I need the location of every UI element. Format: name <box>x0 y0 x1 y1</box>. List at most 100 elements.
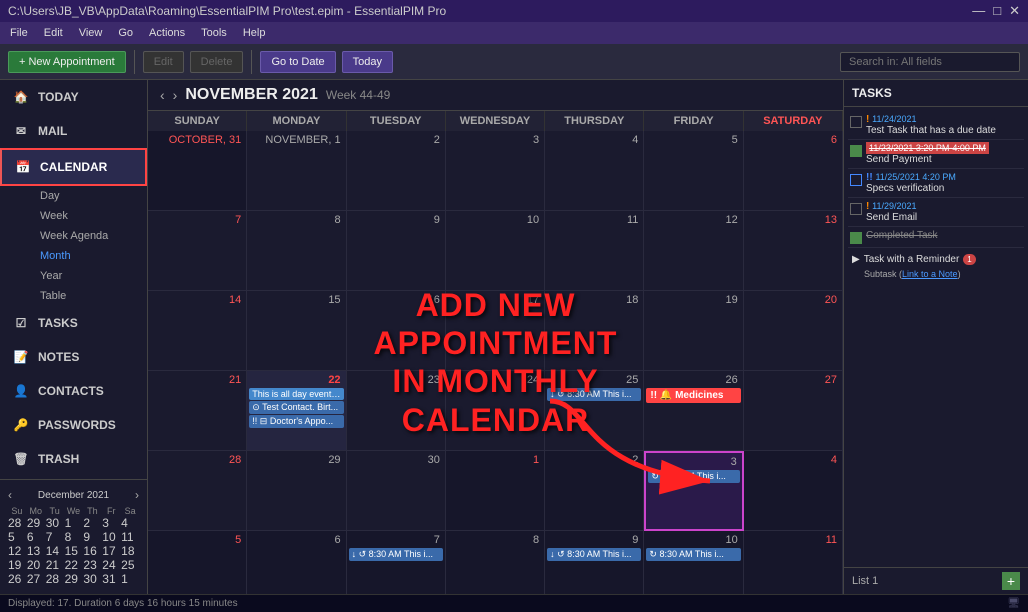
mini-cal-day[interactable]: 30 <box>83 572 101 586</box>
subnav-week-agenda[interactable]: Week Agenda <box>32 226 147 246</box>
calendar-cell[interactable]: 4 <box>545 131 644 211</box>
subnav-month[interactable]: Month <box>32 246 147 266</box>
mini-cal-day[interactable]: 22 <box>65 558 83 572</box>
calendar-event[interactable]: ↓ ↺ 8:30 AM This i... <box>547 388 641 401</box>
mini-cal-day[interactable]: 1 <box>121 572 139 586</box>
calendar-cell[interactable]: 6 <box>744 131 843 211</box>
mini-cal-day[interactable]: 13 <box>27 544 45 558</box>
sidebar-item-mail[interactable]: ✉ MAIL <box>0 114 147 148</box>
calendar-cell[interactable]: 12 <box>644 211 743 291</box>
mini-cal-day[interactable]: 24 <box>102 558 120 572</box>
calendar-cell[interactable]: 2 <box>347 131 446 211</box>
new-appointment-button[interactable]: + New Appointment <box>8 51 126 73</box>
calendar-cell[interactable]: 16 <box>347 291 446 371</box>
mini-cal-day[interactable]: 7 <box>46 530 64 544</box>
calendar-cell[interactable]: 24 <box>446 371 545 451</box>
mini-cal-day[interactable]: 4 <box>121 516 139 530</box>
mini-cal-day[interactable]: 29 <box>65 572 83 586</box>
calendar-cell[interactable]: 18 <box>545 291 644 371</box>
delete-button[interactable]: Delete <box>190 51 244 73</box>
calendar-cell[interactable]: 17 <box>446 291 545 371</box>
calendar-cell[interactable]: 11 <box>744 531 843 594</box>
mini-cal-next[interactable]: › <box>135 488 139 502</box>
close-button[interactable]: ✕ <box>1009 3 1020 19</box>
sidebar-item-calendar[interactable]: 📅 CALENDAR <box>0 148 147 186</box>
search-input[interactable] <box>840 52 1020 72</box>
menu-tools[interactable]: Tools <box>195 25 233 41</box>
mini-cal-day[interactable]: 27 <box>27 572 45 586</box>
calendar-cell[interactable]: 29 <box>247 451 346 531</box>
sidebar-item-trash[interactable]: 🗑 TRASH <box>0 442 147 476</box>
calendar-cell[interactable]: 21 <box>148 371 247 451</box>
sidebar-item-contacts[interactable]: 👤 CONTACTS <box>0 374 147 408</box>
calendar-cell[interactable]: 2 <box>545 451 644 531</box>
calendar-cell[interactable]: 3 <box>446 131 545 211</box>
subnav-year[interactable]: Year <box>32 266 147 286</box>
calendar-cell[interactable]: NOVEMBER, 1 <box>247 131 346 211</box>
mini-cal-day[interactable]: 20 <box>27 558 45 572</box>
mini-cal-day[interactable]: 31 <box>102 572 120 586</box>
mini-cal-day[interactable]: 9 <box>83 530 101 544</box>
mini-cal-day[interactable]: 12 <box>8 544 26 558</box>
menu-actions[interactable]: Actions <box>143 25 191 41</box>
calendar-event[interactable]: ↻ 8:30 AM This i... <box>646 548 740 561</box>
task-checkbox[interactable] <box>850 145 862 157</box>
calendar-cell[interactable]: OCTOBER, 31 <box>148 131 247 211</box>
task-checkbox[interactable] <box>850 116 862 128</box>
calendar-cell[interactable]: 6 <box>247 531 346 594</box>
calendar-cell[interactable]: 10 <box>446 211 545 291</box>
menu-help[interactable]: Help <box>237 25 272 41</box>
calendar-event[interactable]: ↓ ↺ 8:30 AM This i... <box>547 548 641 561</box>
subnav-day[interactable]: Day <box>32 186 147 206</box>
cal-next[interactable]: › <box>173 87 178 103</box>
add-list-button[interactable]: + <box>1002 572 1020 590</box>
menu-edit[interactable]: Edit <box>38 25 69 41</box>
task-checkbox[interactable] <box>850 203 862 215</box>
calendar-cell[interactable]: 23 <box>347 371 446 451</box>
menu-go[interactable]: Go <box>112 25 139 41</box>
calendar-cell[interactable]: 14 <box>148 291 247 371</box>
task-checkbox[interactable] <box>850 174 862 186</box>
mini-cal-day[interactable]: 5 <box>8 530 26 544</box>
minimize-button[interactable]: — <box>972 3 985 19</box>
calendar-event[interactable]: !! 🔔 Medicines <box>646 388 740 403</box>
today-button[interactable]: Today <box>342 51 393 73</box>
calendar-cell[interactable]: 15 <box>247 291 346 371</box>
calendar-cell[interactable]: 30 <box>347 451 446 531</box>
mini-cal-prev[interactable]: ‹ <box>8 488 12 502</box>
mini-cal-day[interactable]: 16 <box>83 544 101 558</box>
go-to-date-button[interactable]: Go to Date <box>260 51 335 73</box>
mini-cal-day[interactable]: 15 <box>65 544 83 558</box>
sidebar-item-today[interactable]: 🏠 TODAY <box>0 80 147 114</box>
calendar-event[interactable]: This is all day event. N <box>249 388 343 400</box>
mini-cal-day[interactable]: 14 <box>46 544 64 558</box>
calendar-cell[interactable]: 25↓ ↺ 8:30 AM This i... <box>545 371 644 451</box>
maximize-button[interactable]: □ <box>993 3 1001 19</box>
calendar-cell[interactable]: 13 <box>744 211 843 291</box>
menu-file[interactable]: File <box>4 25 34 41</box>
mini-cal-day[interactable]: 10 <box>102 530 120 544</box>
cal-prev[interactable]: ‹ <box>160 87 165 103</box>
mini-cal-day[interactable]: 28 <box>46 572 64 586</box>
calendar-cell[interactable]: 8 <box>247 211 346 291</box>
calendar-cell[interactable]: 28 <box>148 451 247 531</box>
edit-button[interactable]: Edit <box>143 51 184 73</box>
sidebar-item-passwords[interactable]: 🔑 PASSWORDS <box>0 408 147 442</box>
mini-cal-day[interactable]: 6 <box>27 530 45 544</box>
mini-cal-day[interactable]: 30 <box>46 516 64 530</box>
task-checkbox[interactable] <box>850 232 862 244</box>
subnav-table[interactable]: Table <box>32 286 147 306</box>
mini-cal-day[interactable]: 8 <box>65 530 83 544</box>
mini-cal-day[interactable]: 17 <box>102 544 120 558</box>
mini-cal-day[interactable]: 11 <box>121 530 139 544</box>
mini-cal-day[interactable]: 18 <box>121 544 139 558</box>
calendar-cell[interactable]: 9 <box>347 211 446 291</box>
calendar-cell[interactable]: 3↻ 8:30 AM This i... <box>644 451 743 531</box>
calendar-cell[interactable]: 1 <box>446 451 545 531</box>
mini-cal-day[interactable]: 19 <box>8 558 26 572</box>
subtask-link[interactable]: Link to a Note <box>902 269 958 279</box>
calendar-cell[interactable]: 20 <box>744 291 843 371</box>
mini-cal-day[interactable]: 25 <box>121 558 139 572</box>
calendar-cell[interactable]: 26!! 🔔 Medicines <box>644 371 743 451</box>
sidebar-item-tasks[interactable]: ☑ TASKS <box>0 306 147 340</box>
